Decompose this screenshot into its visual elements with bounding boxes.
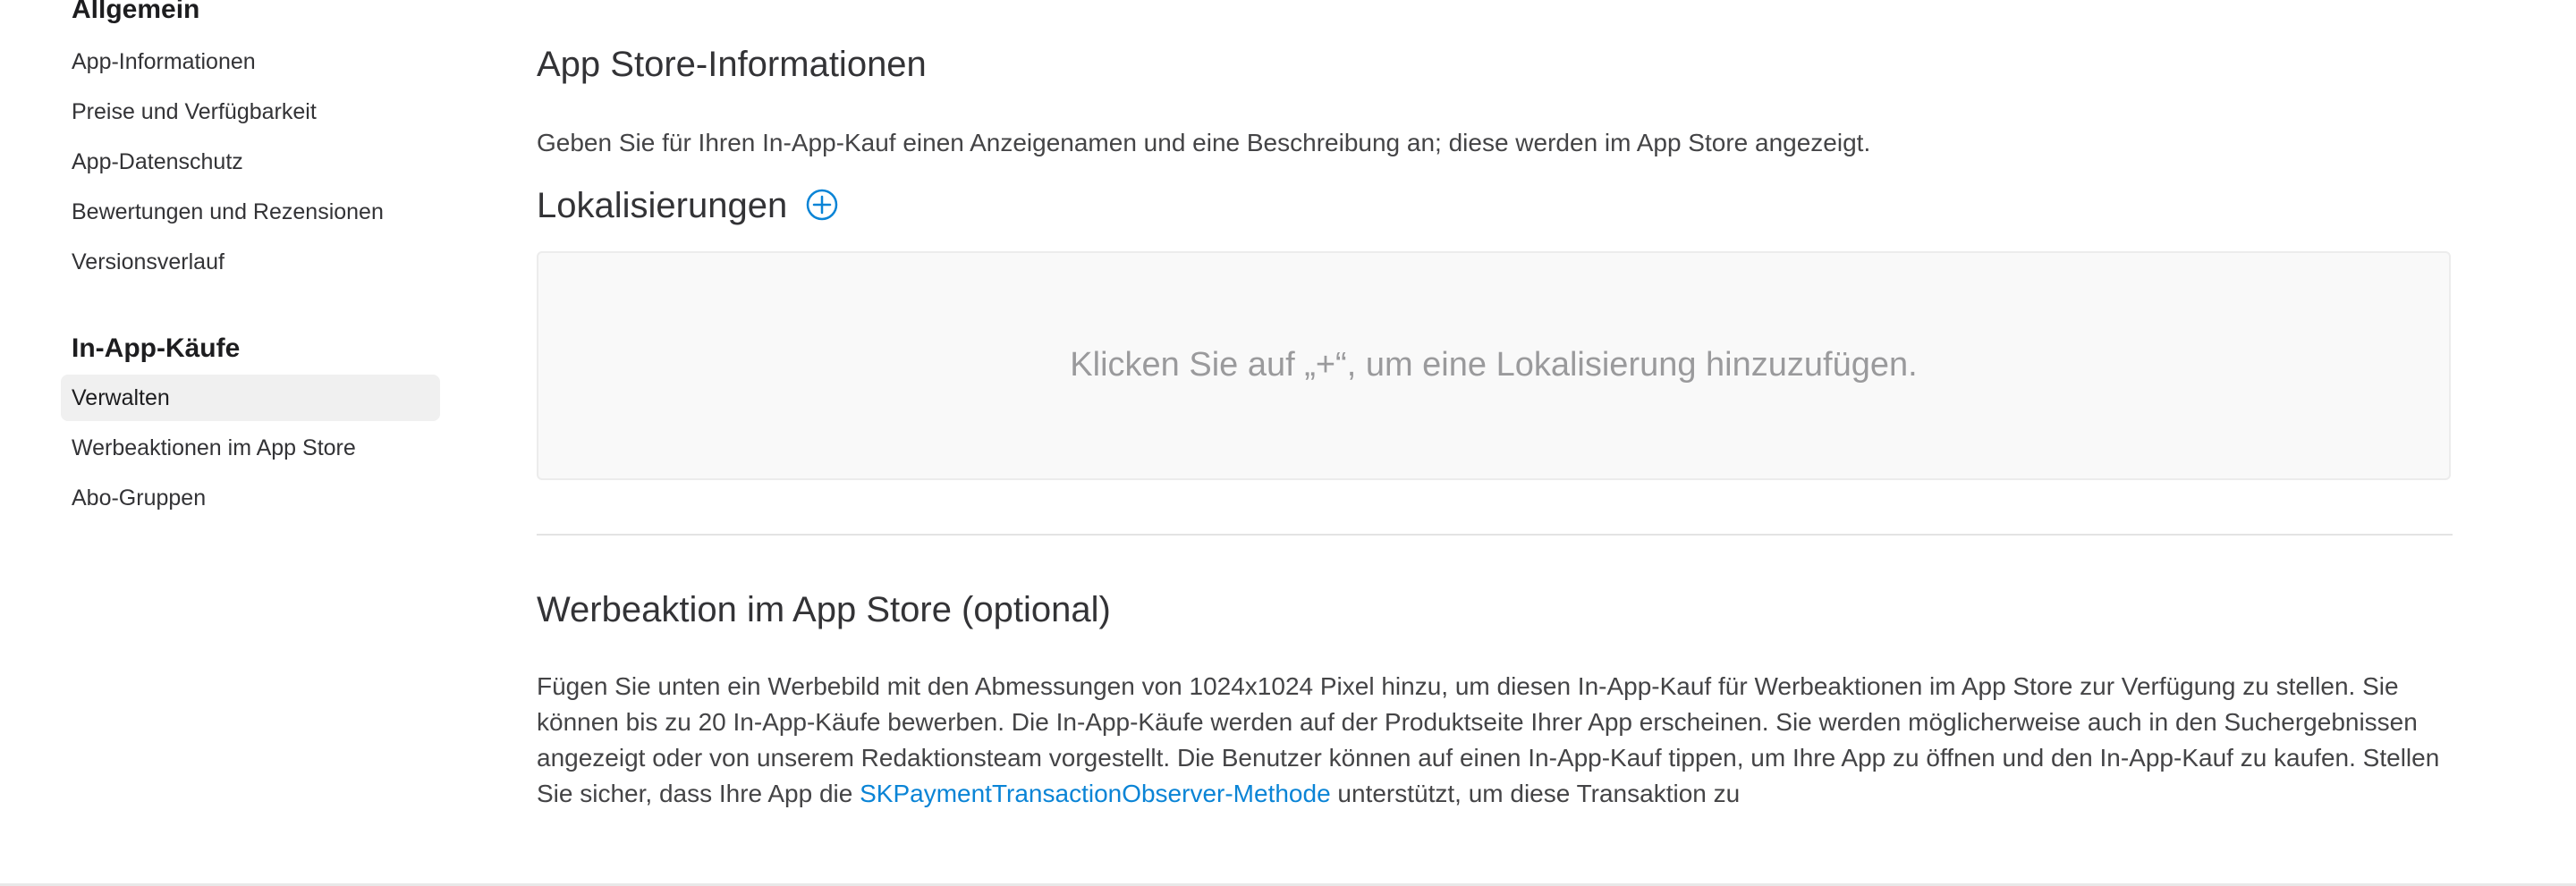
localizations-title: Lokalisierungen [537,186,788,225]
sidebar-item-ratings-reviews[interactable]: Bewertungen und Rezensionen [61,189,440,235]
sidebar-item-pricing-availability[interactable]: Preise und Verfügbarkeit [61,89,440,135]
promo-description: Fügen Sie unten ein Werbebild mit den Ab… [537,669,2453,812]
skpayment-link[interactable]: SKPaymentTransactionObserver-Methode [860,780,1331,807]
plus-circle-icon[interactable] [806,189,838,221]
sidebar-item-app-information[interactable]: App-Informationen [61,38,440,85]
sidebar-group-title-in-app-purchases: In-App-Käufe [72,333,241,363]
localizations-header: Lokalisierungen [537,186,838,226]
promo-description-container: Fügen Sie unten ein Werbebild mit den Ab… [537,669,2453,821]
sidebar-item-subscription-groups[interactable]: Abo-Gruppen [61,475,440,521]
localizations-empty-message: Klicken Sie auf „+“, um eine Lokalisieru… [1070,346,1918,384]
store-info-title: App Store-Informationen [537,45,927,84]
section-divider [537,534,2453,536]
sidebar-item-version-history[interactable]: Versionsverlauf [61,239,440,285]
sidebar-item-app-store-promotions[interactable]: Werbeaktionen im App Store [61,425,440,471]
promo-description-text-end: unterstützt, um diese Transaktion zu [1330,780,1741,807]
sidebar-item-app-privacy[interactable]: App-Datenschutz [61,139,440,185]
store-info-description: Geben Sie für Ihren In-App-Kauf einen An… [537,129,1871,156]
sidebar-group-title-general: Allgemein [72,0,200,24]
sidebar-item-manage[interactable]: Verwalten [61,375,440,421]
promo-title: Werbeaktion im App Store (optional) [537,590,1111,629]
localizations-box: Klicken Sie auf „+“, um eine Lokalisieru… [537,251,2451,480]
